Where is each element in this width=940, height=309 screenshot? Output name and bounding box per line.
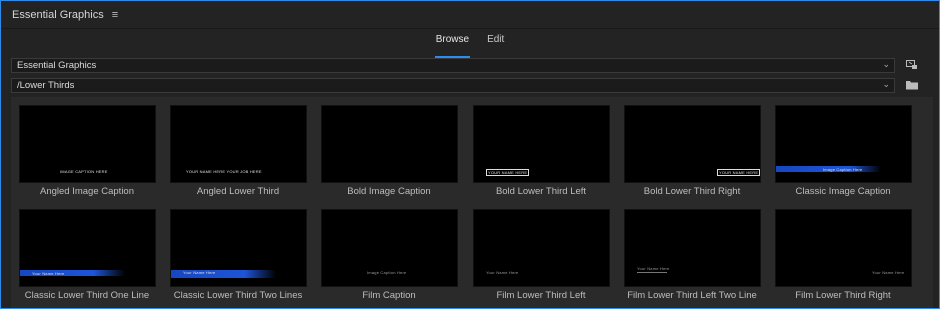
template-label: Film Lower Third Right	[795, 290, 891, 301]
template-card[interactable]: YOUR NAME HERE YOUR JOB HERE Angled Lowe…	[166, 97, 310, 197]
install-template-icon[interactable]	[906, 60, 918, 70]
template-label: Classic Lower Third One Line	[24, 290, 150, 301]
thumbnail-text: Your Name Here	[486, 270, 519, 275]
template-label: Bold Lower Third Left	[495, 186, 587, 197]
template-thumbnail: YOUR NAME HERE	[624, 105, 761, 183]
template-card[interactable]: YOUR NAME HERE Bold Lower Third Left	[469, 97, 613, 197]
template-thumbnail: Your Name Here	[473, 209, 610, 287]
panel-header: Essential Graphics ≡	[1, 1, 939, 29]
template-label: Angled Image Caption	[39, 186, 134, 197]
template-thumbnail: Your Name Here	[624, 209, 761, 287]
tab-edit[interactable]: Edit	[486, 34, 505, 54]
template-thumbnail: Your Name Here	[775, 209, 912, 287]
thumbnail-text: YOUR NAME HERE YOUR JOB HERE	[186, 169, 262, 174]
template-label: Film Caption	[362, 290, 416, 301]
template-card[interactable]: Bold Image Caption	[317, 97, 461, 197]
chevron-down-icon: ⌄	[882, 59, 890, 69]
thumbnail-text: YOUR NAME HERE	[717, 169, 760, 176]
template-grid: IMAGE CAPTION HERE Angled Image Caption …	[11, 97, 933, 308]
template-card[interactable]: Your Name Here Film Lower Third Left	[469, 201, 613, 301]
template-label: Classic Image Caption	[795, 186, 891, 197]
template-label: Bold Lower Third Right	[643, 186, 741, 197]
folder-dropdown-value: /Lower Thirds	[17, 80, 75, 91]
template-label: Angled Lower Third	[196, 186, 280, 197]
template-label: Bold Image Caption	[347, 186, 431, 197]
folder-icon[interactable]	[906, 80, 918, 90]
library-dropdown[interactable]: Essential Graphics ⌄	[11, 58, 895, 73]
template-card[interactable]: Image Caption Here Film Caption	[317, 201, 461, 301]
panel-menu-icon[interactable]: ≡	[112, 9, 118, 21]
template-thumbnail: Image Caption Here	[775, 105, 912, 183]
thumbnail-text: Image Caption Here	[823, 167, 863, 172]
template-label: Classic Lower Third Two Lines	[173, 290, 303, 301]
template-card[interactable]: Your Name Here Classic Lower Third One L…	[15, 201, 159, 301]
template-thumbnail: Your Name Here	[170, 209, 307, 287]
template-thumbnail: Your Name Here	[19, 209, 156, 287]
chevron-down-icon: ⌄	[882, 79, 890, 89]
template-card[interactable]: Your Name Here Film Lower Third Left Two…	[620, 201, 764, 301]
folder-dropdown[interactable]: /Lower Thirds ⌄	[11, 78, 895, 93]
thumbnail-text: Your Name Here	[183, 270, 216, 275]
template-card[interactable]: Your Name Here Classic Lower Third Two L…	[166, 201, 310, 301]
thumbnail-subline	[637, 272, 667, 273]
thumbnail-text: YOUR NAME HERE	[486, 169, 530, 176]
tab-browse[interactable]: Browse	[434, 34, 471, 58]
essential-graphics-panel: Essential Graphics ≡ Browse Edit Essenti…	[0, 0, 940, 309]
template-card[interactable]: Image Caption Here Classic Image Caption	[771, 97, 915, 197]
template-thumbnail: YOUR NAME HERE	[473, 105, 610, 183]
template-label: Film Lower Third Left	[496, 290, 586, 301]
thumbnail-text: Your Name Here	[872, 270, 905, 275]
panel-title: Essential Graphics	[12, 8, 104, 21]
template-card[interactable]: YOUR NAME HERE Bold Lower Third Right	[620, 97, 764, 197]
thumbnail-text: IMAGE CAPTION HERE	[60, 169, 108, 174]
template-thumbnail: YOUR NAME HERE YOUR JOB HERE	[170, 105, 307, 183]
template-thumbnail: IMAGE CAPTION HERE	[19, 105, 156, 183]
template-thumbnail	[321, 105, 458, 183]
library-dropdown-value: Essential Graphics	[17, 60, 97, 71]
template-thumbnail: Image Caption Here	[321, 209, 458, 287]
template-card[interactable]: Your Name Here Film Lower Third Right	[771, 201, 915, 301]
thumbnail-text: Image Caption Here	[367, 270, 407, 275]
template-card[interactable]: IMAGE CAPTION HERE Angled Image Caption	[15, 97, 159, 197]
thumbnail-text: Your Name Here	[637, 266, 670, 271]
thumbnail-text: Your Name Here	[32, 271, 65, 276]
template-label: Film Lower Third Left Two Line	[627, 290, 757, 301]
tab-bar: Browse Edit	[1, 34, 939, 58]
